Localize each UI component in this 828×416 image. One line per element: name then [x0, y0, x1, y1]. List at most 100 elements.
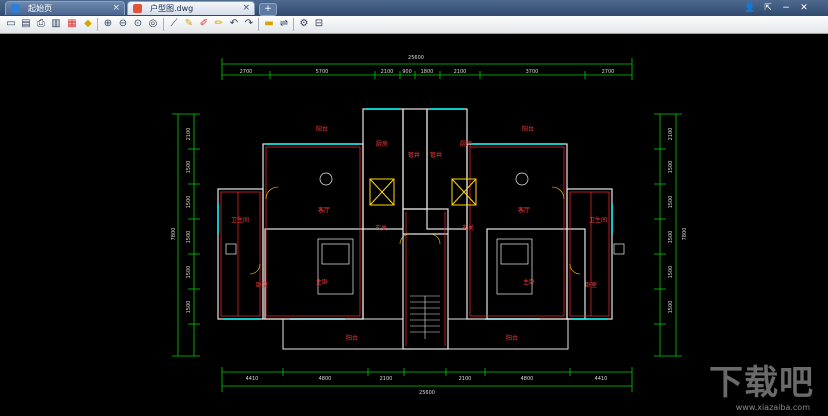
dim-right: 1500	[668, 161, 674, 174]
zoom-previous-icon[interactable]: ◎	[147, 18, 159, 30]
dim-top: 900	[402, 69, 412, 75]
pen-icon[interactable]: ✎	[183, 18, 195, 30]
room-label: 玄关	[462, 224, 474, 232]
close-tab-icon[interactable]: ×	[112, 2, 120, 15]
room-label: 厨房	[376, 140, 388, 148]
dimension-text: 25600 2700 5700 2100 900 1800 2100 3700 …	[171, 55, 688, 396]
room-label: 客厅	[518, 206, 530, 214]
room-label: 客厅	[318, 206, 330, 214]
tab-bar: 起始页 × 户型图.dwg × + 👤 ⇱ − ✕	[0, 0, 828, 17]
line-icon[interactable]: ⇌	[278, 18, 290, 30]
dim-bottom: 4800	[521, 376, 534, 382]
watermark-text: 下载吧	[709, 363, 814, 403]
tab-drawing[interactable]: 户型图.dwg ×	[127, 1, 255, 15]
room-label: 卫生间	[231, 216, 249, 224]
room-label: 玄关	[375, 224, 387, 232]
toolbar: ▭ ▤ ⎙ ▥ ▦ ◆ ⊕ ⊖ ⊙ ◎ ⟋ ✎ ✐ ✏ ↶ ↷ ▬ ⇌ ⚙ ⊟	[0, 16, 828, 34]
dim-top: 2700	[602, 69, 615, 75]
text-icon[interactable]: ▬	[263, 18, 275, 30]
close-tab-icon[interactable]: ×	[242, 2, 250, 15]
open-icon[interactable]: ▭	[5, 18, 17, 30]
dim-bottom: 2100	[459, 376, 472, 382]
pencil-icon[interactable]: ✐	[198, 18, 210, 30]
tab-start-page[interactable]: 起始页 ×	[5, 1, 125, 15]
print-icon[interactable]: ⎙	[35, 18, 47, 30]
dwg-file-icon	[133, 4, 142, 13]
cad-viewer-window: { "tabs": [ {"label": "起始页", "close": "×…	[0, 0, 828, 416]
dim-right: 1500	[668, 196, 674, 209]
watermark-logo: 下载吧 www.xiazaiba.com	[680, 364, 820, 412]
dim-left: 1500	[186, 301, 192, 314]
switch-icon[interactable]: ⊟	[313, 18, 325, 30]
dim-right: 1500	[668, 266, 674, 279]
dim-top: 2100	[454, 69, 467, 75]
dim-left: 1500	[186, 266, 192, 279]
dim-left-total: 7800	[171, 228, 177, 241]
zoom-realtime-icon[interactable]: ⊙	[132, 18, 144, 30]
windows	[217, 108, 613, 320]
layers-icon[interactable]: ▦	[66, 18, 78, 30]
saveas-icon[interactable]: ▥	[50, 18, 62, 30]
drawing-canvas[interactable]: 25600 2700 5700 2100 900 1800 2100 3700 …	[0, 34, 828, 416]
total-width-top: 25600	[408, 55, 424, 61]
walls	[217, 108, 613, 350]
room-label: 主卧	[316, 278, 328, 286]
doors	[249, 186, 581, 275]
dim-top: 2100	[381, 69, 394, 75]
dim-bottom: 4410	[246, 376, 259, 382]
pan-icon[interactable]: ◆	[82, 18, 94, 30]
watermark-url: www.xiazaiba.com	[735, 403, 810, 412]
toolbar-separator	[97, 18, 98, 31]
home-icon	[11, 4, 20, 13]
user-icon[interactable]: 👤	[744, 2, 756, 14]
dim-top: 5700	[316, 69, 329, 75]
dim-top: 1800	[421, 69, 434, 75]
dim-right: 1500	[668, 231, 674, 244]
dim-right: 1500	[668, 301, 674, 314]
undo-icon[interactable]: ↶	[228, 18, 240, 30]
dim-left: 2100	[186, 128, 192, 141]
tab-label: 起始页	[28, 4, 52, 13]
dim-right-total: 7800	[682, 228, 688, 241]
dim-right: 2100	[668, 128, 674, 141]
dim-top: 2700	[240, 69, 253, 75]
room-label: 阳台	[506, 334, 518, 342]
highlighter-icon[interactable]: ✏	[213, 18, 225, 30]
fullscreen-icon[interactable]: ⇱	[762, 2, 774, 14]
tab-label: 户型图.dwg	[150, 4, 194, 13]
dim-left: 1500	[186, 161, 192, 174]
dim-bottom: 4800	[319, 376, 332, 382]
toolbar-separator	[258, 18, 259, 31]
room-label: 管井	[408, 151, 420, 159]
dim-left: 1500	[186, 196, 192, 209]
room-label: 卧室	[256, 281, 268, 289]
red-outline	[220, 146, 610, 346]
dim-bottom: 4410	[595, 376, 608, 382]
zoom-extent-icon[interactable]: ⊖	[117, 18, 129, 30]
dim-bottom: 2100	[380, 376, 393, 382]
zoom-window-icon[interactable]: ⊕	[102, 18, 114, 30]
floor-plan-drawing: 25600 2700 5700 2100 900 1800 2100 3700 …	[171, 55, 688, 396]
toolbar-separator	[163, 18, 164, 31]
minimize-button[interactable]: −	[780, 2, 792, 14]
close-window-button[interactable]: ✕	[798, 2, 810, 14]
elevators	[369, 178, 477, 206]
total-width-bottom: 25600	[419, 390, 435, 396]
balconies	[282, 318, 569, 350]
measure-icon[interactable]: ⟋	[168, 18, 180, 30]
room-label: 阳台	[316, 125, 328, 133]
room-label: 管井	[430, 151, 442, 159]
redo-icon[interactable]: ↷	[243, 18, 255, 30]
room-label: 阳台	[346, 334, 358, 342]
room-label: 卫生间	[589, 216, 607, 224]
settings-icon[interactable]: ⚙	[298, 18, 310, 30]
save-icon[interactable]: ▤	[20, 18, 32, 30]
new-tab-button[interactable]: +	[259, 3, 277, 16]
dim-left: 1500	[186, 231, 192, 244]
staircase	[410, 295, 440, 339]
room-label: 主卧	[523, 278, 535, 286]
dim-top: 3700	[526, 69, 539, 75]
room-label: 卧室	[585, 281, 597, 289]
room-label: 厨房	[460, 140, 472, 148]
toolbar-separator	[293, 18, 294, 31]
